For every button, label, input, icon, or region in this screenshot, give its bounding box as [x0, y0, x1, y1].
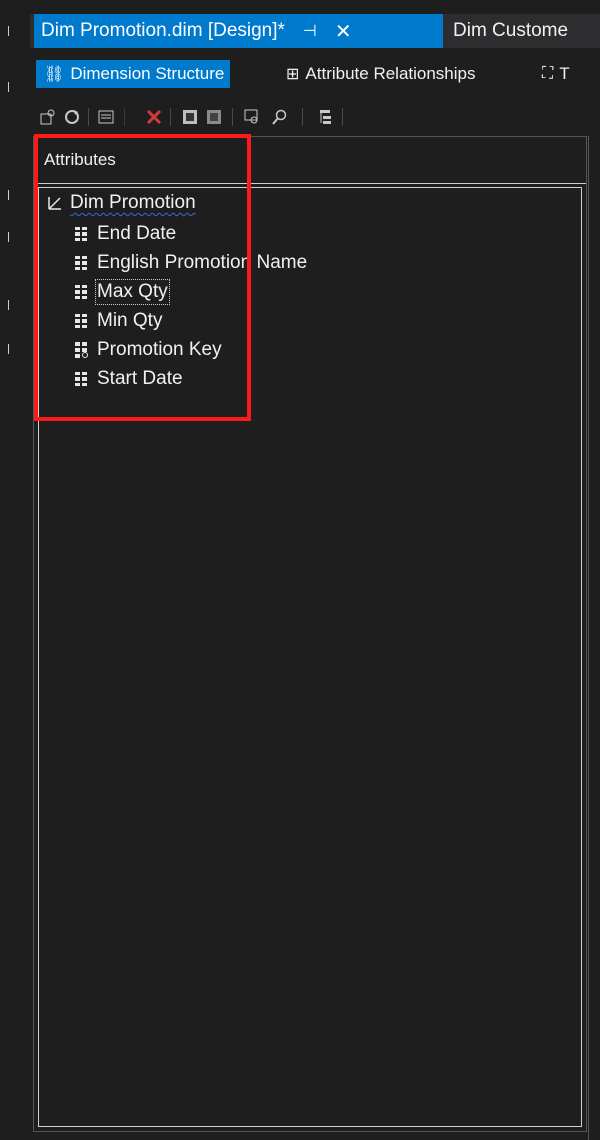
tab-dim-customer[interactable]: Dim Custome: [443, 14, 600, 48]
delete-icon[interactable]: [144, 107, 164, 127]
tree-item-label: End Date: [97, 223, 177, 244]
hierarchy-icon[interactable]: [316, 107, 336, 127]
add-business-intelligence-icon[interactable]: [38, 107, 58, 127]
dimension-icon: [47, 195, 63, 211]
toolbar-separator: [88, 108, 89, 126]
tree-item-end-date[interactable]: End Date: [75, 223, 176, 245]
tree-item-label: Min Qty: [97, 310, 163, 331]
attribute-icon: [75, 314, 87, 328]
gutter-mark: [8, 344, 13, 354]
translations-icon: ⛶: [542, 65, 554, 82]
toolbar-separator: [232, 108, 233, 126]
tree-item-english-promotion-name[interactable]: English Promotion Name: [75, 252, 307, 274]
refresh-icon[interactable]: [62, 107, 82, 127]
tab-label: Attribute Relationships: [305, 64, 476, 83]
explore-data-icon[interactable]: [242, 107, 262, 127]
tree-item-label: Promotion Key: [97, 339, 222, 360]
toolbar-separator: [170, 108, 171, 126]
tab-translations[interactable]: ⛶ T: [534, 60, 570, 88]
tree-item-max-qty[interactable]: Max Qty: [75, 279, 170, 305]
right-pane-edge: [588, 136, 600, 1140]
attributes-pane: Attributes Dim Promotion End Date Englis…: [33, 136, 587, 1132]
hide-table-icon[interactable]: [204, 107, 224, 127]
toolbar-separator: [342, 108, 343, 126]
tab-label: Dimension Structure: [70, 64, 225, 83]
tab-title: Dim Custome: [453, 20, 569, 41]
gutter-mark: [8, 82, 13, 92]
tab-label: T: [559, 64, 570, 83]
show-table-icon[interactable]: [180, 107, 200, 127]
show-grid-icon[interactable]: [96, 107, 116, 127]
attribute-icon: [75, 285, 87, 299]
attributes-tree[interactable]: Dim Promotion End Date English Promotion…: [38, 187, 582, 1127]
attribute-icon: [75, 372, 87, 386]
tree-item-promotion-key[interactable]: Promotion Key: [75, 339, 222, 361]
attribute-icon: [75, 256, 87, 270]
gutter-mark: [8, 232, 13, 242]
tab-dim-promotion[interactable]: Dim Promotion.dim [Design]* ⊣ ✕: [34, 14, 443, 48]
tree-item-start-date[interactable]: Start Date: [75, 368, 183, 390]
dimension-structure-icon: ⛓: [44, 66, 65, 83]
designer-tab-bar: ⛓ Dimension Structure ⊞ Attribute Relati…: [30, 56, 600, 92]
tab-attribute-relationships[interactable]: ⊞ Attribute Relationships: [278, 60, 476, 88]
attribute-icon: [75, 227, 87, 241]
find-icon[interactable]: [270, 107, 290, 127]
key-attribute-icon: [75, 342, 89, 358]
attributes-header: Attributes: [34, 137, 586, 184]
designer-toolbar: [30, 100, 600, 134]
gutter-mark: [8, 26, 13, 36]
tree-item-label: Start Date: [97, 368, 183, 389]
tab-dimension-structure[interactable]: ⛓ Dimension Structure: [36, 60, 231, 88]
tree-item-label: English Promotion Name: [97, 252, 308, 273]
toolbar-separator: [124, 108, 125, 126]
gutter-mark: [8, 300, 13, 310]
tab-title: Dim Promotion.dim [Design]*: [41, 20, 285, 41]
tree-item-label: Max Qty: [95, 279, 170, 305]
gutter-mark: [8, 190, 13, 200]
attribute-relationships-icon: ⊞: [286, 66, 300, 83]
document-tab-strip: Dim Promotion.dim [Design]* ⊣ ✕ Dim Cust…: [30, 14, 600, 48]
tree-root-dim-promotion[interactable]: Dim Promotion: [47, 192, 196, 214]
tree-item-min-qty[interactable]: Min Qty: [75, 310, 162, 332]
left-gutter: [0, 0, 30, 1140]
close-icon[interactable]: ✕: [335, 19, 352, 44]
tree-root-label: Dim Promotion: [70, 192, 196, 213]
toolbar-separator: [302, 108, 303, 126]
pin-icon[interactable]: ⊣: [303, 21, 317, 41]
